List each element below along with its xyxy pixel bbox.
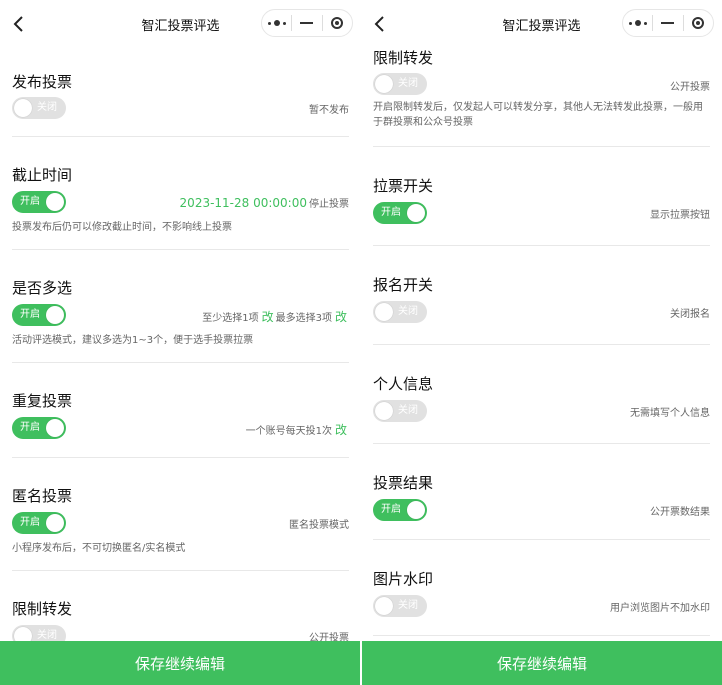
close-button[interactable]	[684, 10, 713, 36]
section-repeat-vote: 重复投票 开启 一个账号每天投1次 改	[12, 363, 349, 458]
section-limit-forward: 限制转发 关闭 公开投票 开启限制转发后，仅发起人可以转发分享，其他人无法转发此…	[373, 38, 710, 147]
target-icon	[692, 17, 705, 29]
more-button[interactable]	[262, 10, 291, 36]
section-anonymous-vote: 匿名投票 开启 匿名投票模式 小程序发布后，不可切换匿名/实名模式	[12, 458, 349, 571]
section-image-watermark: 图片水印 关闭 用户浏览图片不加水印	[373, 540, 710, 636]
multi-select-info: 至少选择1项 改 最多选择3项 改	[202, 308, 347, 325]
limit-forward-toggle[interactable]: 关闭	[373, 73, 427, 95]
minimize-button[interactable]	[292, 10, 321, 36]
section-deadline: 截止时间 开启 2023-11-28 00:00:00 停止投票 投票发布后仍可…	[12, 137, 349, 250]
settings-list: 限制转发 关闭 公开投票 开启限制转发后，仅发起人可以转发分享，其他人无法转发此…	[373, 38, 710, 636]
deadline-info: 2023-11-28 00:00:00 停止投票	[179, 196, 349, 210]
repeat-vote-toggle[interactable]: 开启	[12, 417, 66, 439]
section-signup-switch: 报名开关 关闭 关闭报名	[373, 246, 710, 345]
watermark-info: 用户浏览图片不加水印	[610, 603, 710, 614]
more-dots-icon	[267, 20, 286, 26]
settings-list: 发布投票 关闭 暂不发布 截止时间 开启 2023-11-28 00:00:00…	[12, 48, 349, 641]
signup-info: 关闭报名	[670, 309, 710, 320]
deadline-datetime[interactable]: 2023-11-28 00:00:00	[180, 196, 307, 210]
edit-min-link[interactable]: 改	[262, 308, 274, 325]
edit-repeat-link[interactable]: 改	[335, 421, 347, 438]
mini-program-capsule	[261, 9, 353, 37]
section-limit-forward: 限制转发 关闭 公开投票	[12, 571, 349, 641]
section-personal-info: 个人信息 关闭 无需填写个人信息	[373, 345, 710, 444]
section-title: 报名开关	[373, 276, 434, 294]
limit-forward-desc: 开启限制转发后，仅发起人可以转发分享，其他人无法转发此投票，一般用于群投票和公众…	[373, 102, 703, 128]
multi-select-toggle[interactable]: 开启	[12, 304, 66, 326]
save-continue-button[interactable]: 保存继续编辑	[0, 641, 360, 685]
section-title: 图片水印	[373, 570, 434, 588]
publish-toggle[interactable]: 关闭	[12, 97, 66, 119]
section-multi-select: 是否多选 开启 至少选择1项 改 最多选择3项 改 活动评选模式，建议多选为1~…	[12, 250, 349, 363]
section-title: 拉票开关	[373, 177, 434, 195]
minus-icon	[300, 22, 314, 24]
minus-icon	[661, 22, 675, 24]
section-title: 匿名投票	[12, 487, 73, 505]
save-continue-button[interactable]: 保存继续编辑	[362, 641, 722, 685]
left-screen: 智汇投票评选 发布投票 关闭 暂不发布 截止时间 开启 2023-11-28 0…	[0, 0, 361, 641]
deadline-desc: 投票发布后仍可以修改截止时间，不影响线上投票	[12, 222, 232, 233]
deadline-toggle[interactable]: 开启	[12, 191, 66, 213]
section-title: 投票结果	[373, 474, 434, 492]
minimize-button[interactable]	[653, 10, 682, 36]
limit-forward-info: 公开投票	[309, 633, 349, 641]
vote-result-info: 公开票数结果	[650, 507, 710, 518]
section-title: 限制转发	[12, 600, 73, 618]
mini-program-capsule	[622, 9, 714, 37]
section-title: 截止时间	[12, 166, 73, 184]
target-icon	[331, 17, 344, 29]
navbar: 智汇投票评选	[0, 0, 361, 48]
section-canvass-switch: 拉票开关 开启 显示拉票按钮	[373, 147, 710, 246]
section-title: 限制转发	[373, 49, 434, 67]
canvass-toggle[interactable]: 开启	[373, 202, 427, 224]
anonymous-info: 匿名投票模式	[289, 520, 349, 531]
canvass-info: 显示拉票按钮	[650, 210, 710, 221]
signup-toggle[interactable]: 关闭	[373, 301, 427, 323]
anonymous-toggle[interactable]: 开启	[12, 512, 66, 534]
more-button[interactable]	[623, 10, 652, 36]
right-screen: 智汇投票评选 限制转发 关闭 公开投票 开启限制转发后，仅发起人可以转发分享，其…	[361, 0, 722, 641]
more-dots-icon	[628, 20, 647, 26]
repeat-vote-info: 一个账号每天投1次 改	[245, 421, 347, 438]
multi-select-desc: 活动评选模式，建议多选为1~3个，便于选手投票拉票	[12, 335, 254, 346]
personal-info-toggle[interactable]: 关闭	[373, 400, 427, 422]
section-publish-vote: 发布投票 关闭 暂不发布	[12, 48, 349, 137]
edit-max-link[interactable]: 改	[335, 308, 347, 325]
watermark-toggle[interactable]: 关闭	[373, 595, 427, 617]
publish-status: 暂不发布	[309, 105, 349, 116]
section-title: 发布投票	[12, 73, 73, 91]
section-title: 重复投票	[12, 392, 73, 410]
close-button[interactable]	[323, 10, 352, 36]
vote-result-toggle[interactable]: 开启	[373, 499, 427, 521]
limit-forward-info: 公开投票	[670, 82, 710, 93]
anonymous-desc: 小程序发布后，不可切换匿名/实名模式	[12, 543, 186, 554]
section-vote-result: 投票结果 开启 公开票数结果	[373, 444, 710, 540]
personal-info-text: 无需填写个人信息	[630, 408, 710, 419]
limit-forward-toggle[interactable]: 关闭	[12, 625, 66, 641]
section-title: 是否多选	[12, 279, 73, 297]
section-title: 个人信息	[373, 375, 434, 393]
